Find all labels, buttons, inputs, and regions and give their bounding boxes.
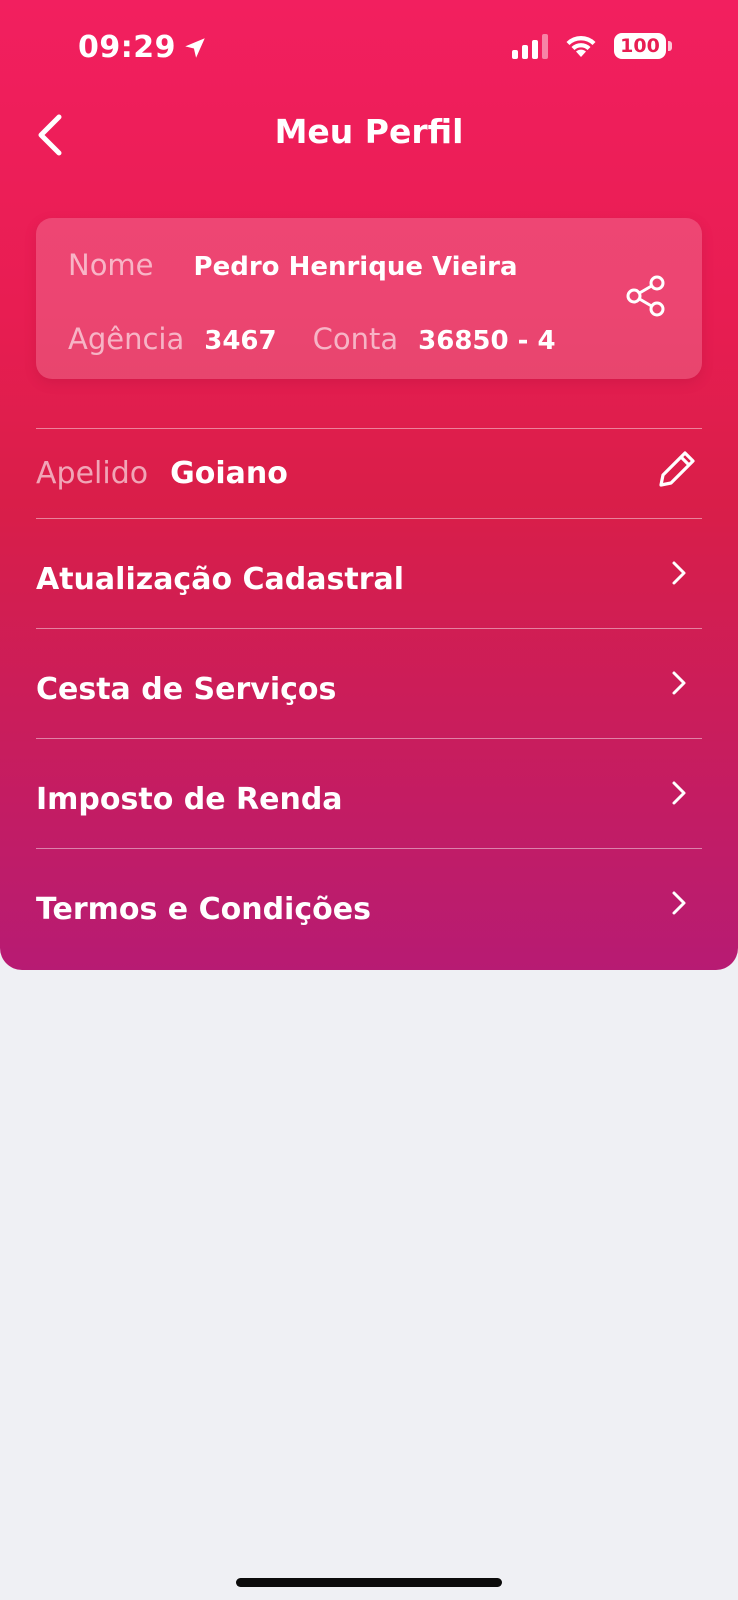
menu-item-cesta-de-servicos[interactable]: Cesta de Serviços [36, 634, 702, 744]
profile-card: Nome Pedro Henrique Vieira Agência 3467 … [36, 218, 702, 379]
page-title: Meu Perfil [274, 112, 464, 151]
nickname-row: Apelido Goiano [36, 428, 702, 518]
chevron-right-icon [672, 781, 686, 805]
status-bar-time: 09:29 [78, 30, 208, 65]
profile-screen: 09:29 100 Meu Perfil Nome Pedro Henrique… [0, 0, 738, 1600]
divider [36, 628, 702, 629]
signal-icon [512, 33, 548, 59]
divider [36, 848, 702, 849]
chevron-right-icon [672, 671, 686, 695]
share-button[interactable] [620, 270, 672, 322]
menu-item-label: Termos e Condições [36, 891, 371, 927]
menu-item-termos-e-condicoes[interactable]: Termos e Condições [36, 854, 702, 964]
name-label: Nome [68, 248, 154, 282]
edit-nickname-button[interactable] [656, 448, 698, 490]
chevron-right-icon [672, 561, 686, 585]
share-icon [626, 275, 665, 317]
account-label: Conta [312, 322, 399, 356]
nickname-value: Goiano [170, 455, 288, 491]
account-value: 36850 - 4 [418, 326, 556, 356]
menu-item-imposto-de-renda[interactable]: Imposto de Renda [36, 744, 702, 854]
home-indicator[interactable] [236, 1578, 502, 1587]
pencil-icon [659, 451, 695, 487]
agency-label: Agência [68, 322, 185, 356]
status-bar-indicators: 100 [512, 33, 672, 59]
battery-level: 100 [620, 35, 660, 57]
header-panel: 09:29 100 Meu Perfil Nome Pedro Henrique… [0, 0, 738, 970]
divider [36, 518, 702, 519]
nickname-label: Apelido [36, 455, 149, 491]
menu-item-label: Cesta de Serviços [36, 671, 337, 707]
chevron-right-icon [672, 891, 686, 915]
name-value: Pedro Henrique Vieira [193, 252, 518, 282]
wifi-icon [566, 35, 596, 57]
account-row: Agência 3467 Conta 36850 - 4 [68, 322, 556, 356]
name-row: Nome Pedro Henrique Vieira [68, 248, 518, 282]
menu-item-label: Atualização Cadastral [36, 561, 405, 597]
location-arrow-icon [185, 37, 205, 58]
status-time-text: 09:29 [78, 30, 176, 65]
agency-value: 3467 [204, 326, 277, 356]
battery-icon: 100 [614, 33, 672, 59]
divider [36, 738, 702, 739]
menu-item-label: Imposto de Renda [36, 781, 343, 817]
menu-item-atualizacao-cadastral[interactable]: Atualização Cadastral [36, 524, 702, 634]
